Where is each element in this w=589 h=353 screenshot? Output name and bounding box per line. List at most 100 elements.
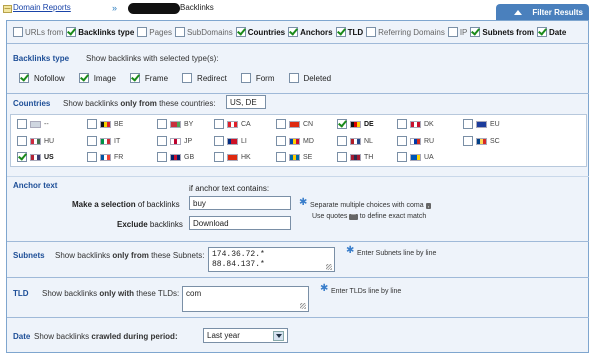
- column-option[interactable]: URLs from: [13, 27, 63, 37]
- country-option[interactable]: GB: [157, 152, 194, 162]
- column-option[interactable]: Subnets from: [470, 27, 534, 37]
- column-option[interactable]: Referring Domains: [366, 27, 445, 37]
- anchor-hint-2-suffix: to define exact match: [359, 213, 427, 220]
- country-code: JP: [184, 137, 193, 145]
- country-option[interactable]: CN: [276, 119, 313, 129]
- backlink-type-checkbox[interactable]: [288, 73, 299, 83]
- country-checkbox[interactable]: [397, 119, 407, 129]
- country-checkbox[interactable]: [276, 152, 286, 162]
- backlink-type-label: Form: [255, 73, 275, 83]
- country-checkbox[interactable]: [397, 152, 407, 162]
- country-option[interactable]: LI: [214, 136, 247, 146]
- country-option[interactable]: RU: [397, 136, 434, 146]
- country-checkbox[interactable]: [17, 136, 27, 146]
- country-checkbox[interactable]: [463, 136, 473, 146]
- country-option[interactable]: EU: [463, 119, 500, 129]
- chevron-down-icon[interactable]: [273, 330, 284, 341]
- country-option[interactable]: SE: [276, 152, 312, 162]
- country-checkbox[interactable]: [87, 119, 97, 129]
- country-option[interactable]: DE: [337, 119, 374, 129]
- country-option[interactable]: NL: [337, 136, 373, 146]
- backlink-type-option[interactable]: Image: [78, 73, 116, 83]
- country-checkbox[interactable]: [276, 136, 286, 146]
- subnets-title: Subnets: [13, 251, 45, 260]
- country-checkbox[interactable]: [214, 152, 224, 162]
- country-checkbox[interactable]: [157, 152, 167, 162]
- country-option[interactable]: US: [17, 152, 54, 162]
- country-option[interactable]: --: [17, 119, 49, 129]
- country-option[interactable]: MD: [276, 136, 314, 146]
- country-flag-icon: [100, 137, 111, 145]
- country-checkbox[interactable]: [276, 119, 286, 129]
- backlink-type-option[interactable]: Nofollow: [19, 73, 65, 83]
- make-selection-input[interactable]: buy: [189, 196, 291, 210]
- country-checkbox[interactable]: [17, 152, 27, 162]
- column-checkbox[interactable]: [366, 27, 377, 37]
- column-option[interactable]: SubDomains: [174, 27, 233, 37]
- column-checkbox[interactable]: [288, 27, 299, 37]
- column-checkbox[interactable]: [235, 27, 246, 37]
- column-option[interactable]: Countries: [235, 27, 285, 37]
- date-period-select[interactable]: Last year: [203, 328, 288, 343]
- resize-grip-icon[interactable]: [326, 264, 332, 270]
- backlink-type-checkbox[interactable]: [182, 73, 193, 83]
- column-option[interactable]: Pages: [137, 27, 172, 37]
- country-option[interactable]: BE: [87, 119, 123, 129]
- column-option[interactable]: TLD: [335, 27, 363, 37]
- backlink-type-checkbox[interactable]: [129, 73, 140, 83]
- country-option[interactable]: BY: [157, 119, 193, 129]
- backlink-type-option[interactable]: Deleted: [288, 73, 331, 83]
- country-checkbox[interactable]: [87, 152, 97, 162]
- subnets-textarea[interactable]: 174.36.72.* 88.84.137.*: [208, 247, 335, 272]
- country-checkbox[interactable]: [337, 136, 347, 146]
- country-checkbox[interactable]: [87, 136, 97, 146]
- column-checkbox[interactable]: [13, 27, 23, 37]
- country-option[interactable]: JP: [157, 136, 192, 146]
- backlink-type-checkbox[interactable]: [19, 73, 29, 83]
- country-code: FR: [114, 153, 124, 161]
- country-option[interactable]: FR: [87, 152, 123, 162]
- quotes-key-icon: "": [349, 214, 358, 220]
- country-checkbox[interactable]: [337, 152, 347, 162]
- country-flag-icon: [100, 120, 111, 128]
- tld-textarea[interactable]: com: [182, 286, 309, 312]
- backlink-type-option[interactable]: Frame: [129, 73, 168, 83]
- country-option[interactable]: DK: [397, 119, 434, 129]
- country-checkbox[interactable]: [214, 119, 224, 129]
- column-option[interactable]: Date: [536, 27, 566, 37]
- column-checkbox[interactable]: [470, 27, 481, 37]
- country-checkbox[interactable]: [397, 136, 407, 146]
- column-checkbox[interactable]: [137, 27, 148, 37]
- column-option[interactable]: IP: [447, 27, 467, 37]
- countries-selected-field[interactable]: US, DE: [226, 95, 266, 109]
- resize-grip-icon[interactable]: [300, 303, 306, 309]
- backlink-type-option[interactable]: Redirect: [182, 73, 227, 83]
- country-option[interactable]: UA: [397, 152, 434, 162]
- breadcrumb-domain-reports[interactable]: Domain Reports: [13, 3, 71, 12]
- country-option[interactable]: IT: [87, 136, 120, 146]
- column-checkbox[interactable]: [536, 27, 547, 37]
- country-option[interactable]: HU: [17, 136, 54, 146]
- country-option[interactable]: SC: [463, 136, 500, 146]
- backlink-type-checkbox[interactable]: [240, 73, 251, 83]
- column-checkbox[interactable]: [174, 27, 185, 37]
- country-checkbox[interactable]: [463, 119, 473, 129]
- country-option[interactable]: HK: [214, 152, 251, 162]
- column-option[interactable]: Backlinks type: [66, 27, 134, 37]
- country-checkbox[interactable]: [214, 136, 224, 146]
- country-checkbox[interactable]: [157, 119, 167, 129]
- country-checkbox[interactable]: [157, 136, 167, 146]
- country-checkbox[interactable]: [337, 119, 347, 129]
- country-checkbox[interactable]: [17, 119, 27, 129]
- filter-results-tab[interactable]: Filter Results: [496, 4, 589, 20]
- country-option[interactable]: CA: [214, 119, 251, 129]
- exclude-input[interactable]: Download: [189, 216, 291, 230]
- column-checkbox[interactable]: [66, 27, 77, 37]
- country-code: CA: [241, 120, 251, 128]
- backlink-type-checkbox[interactable]: [78, 73, 89, 83]
- backlink-type-option[interactable]: Form: [240, 73, 275, 83]
- country-option[interactable]: TH: [337, 152, 373, 162]
- column-checkbox[interactable]: [335, 27, 346, 37]
- column-option[interactable]: Anchors: [288, 27, 333, 37]
- column-checkbox[interactable]: [447, 27, 458, 37]
